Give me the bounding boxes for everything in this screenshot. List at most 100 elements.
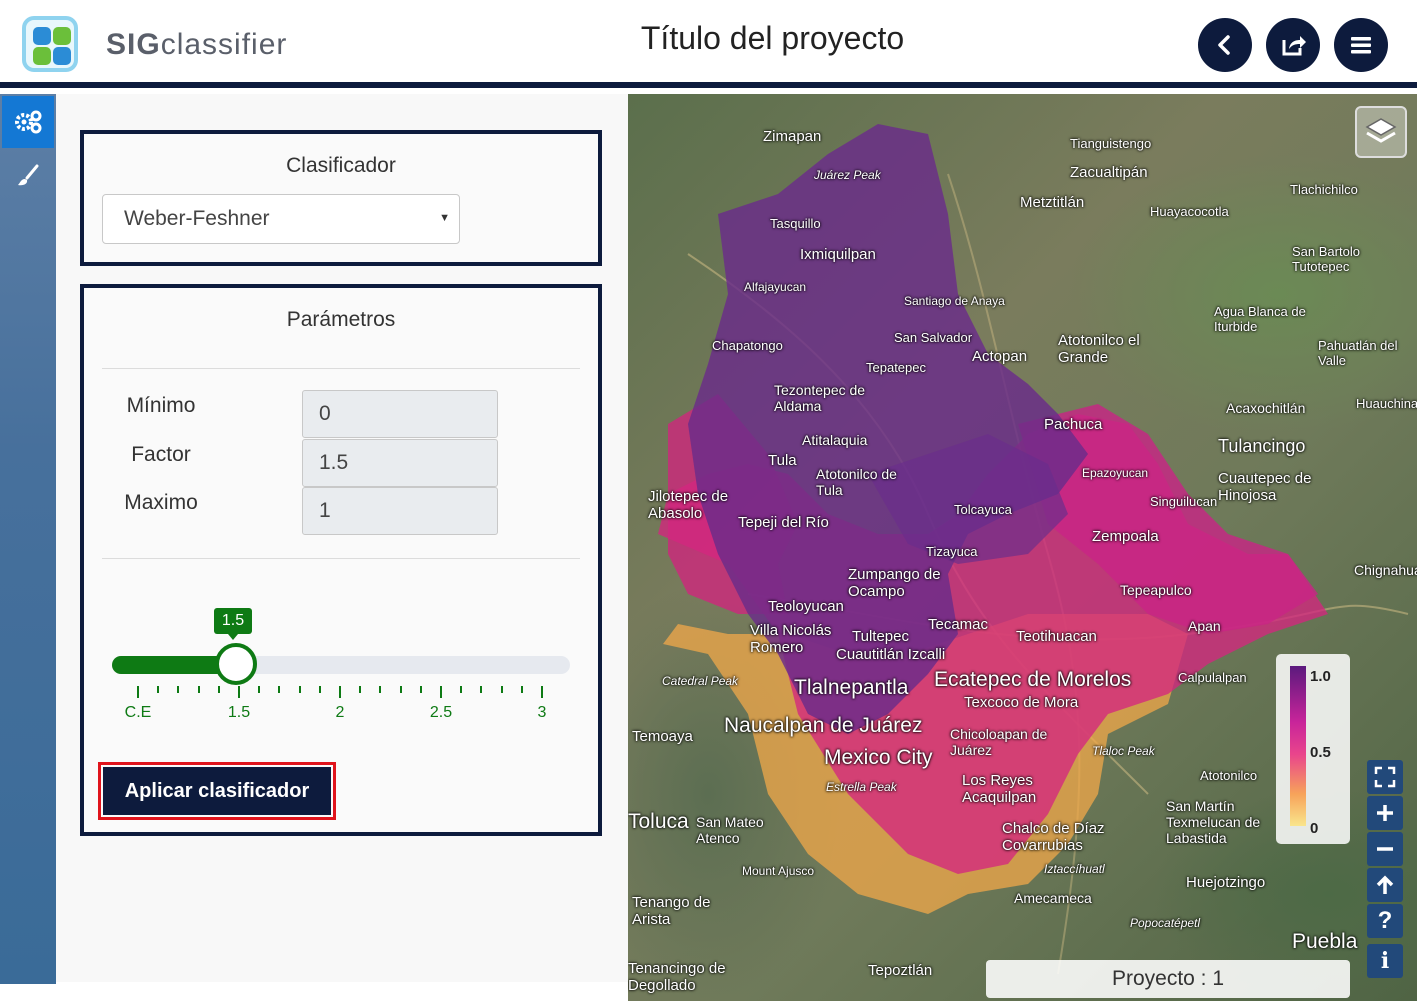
map-label: Iztaccíhuatl [1044, 862, 1105, 876]
map-label: Chicoloapan de Juárez [950, 726, 1048, 758]
map-view[interactable]: Zimapan Tianguistengo Zacualtipán Metzti… [628, 94, 1417, 1001]
slider-tick-label: C.E [124, 704, 152, 721]
apply-classifier-button[interactable]: Aplicar clasificador [103, 767, 331, 815]
slider-tick [318, 686, 321, 693]
maximo-input[interactable]: 1 [302, 487, 498, 535]
classifier-select-value: Weber-Feshner [124, 207, 270, 230]
settings-icon [15, 110, 42, 134]
slider-tick [157, 686, 160, 693]
brush-icon [18, 164, 39, 186]
map-label: San Salvador [894, 330, 973, 345]
zoom-out-button[interactable] [1367, 832, 1403, 866]
factor-input[interactable]: 1.5 [302, 439, 498, 487]
arrow-up-icon [1376, 875, 1394, 894]
map-label: Tenancingo de Degollado [628, 960, 726, 994]
map-label: Tepatepec [866, 360, 926, 375]
slider-tick [399, 686, 402, 693]
map-label: Tianguistengo [1070, 136, 1152, 151]
map-label: Cuautepec de Hinojosa [1218, 470, 1312, 504]
map-label: Zempoala [1092, 528, 1159, 545]
map-label: Mount Ajusco [742, 864, 815, 878]
map-label: Apan [1188, 618, 1221, 634]
color-legend: 1.0 0.5 0 [1276, 654, 1350, 844]
map-label: Huayacocotla [1150, 204, 1229, 219]
share-button[interactable] [1266, 18, 1320, 72]
legend-gradient [1290, 666, 1306, 826]
map-label: Tepeapulco [1120, 582, 1192, 598]
back-button[interactable] [1198, 18, 1252, 72]
map-label: Tenango de Arista [632, 894, 711, 928]
map-label: Agua Blanca de Iturbide [1214, 304, 1306, 334]
app-header: SIGclassifier Título del proyecto [0, 0, 1417, 88]
slider-tick [500, 686, 503, 693]
legend-mid: 0.5 [1310, 744, 1331, 761]
slider-tick [359, 686, 362, 693]
layers-icon [1365, 118, 1397, 143]
map-label: Tizayuca [926, 544, 978, 559]
map-label: Zacualtipán [1070, 164, 1148, 181]
map-label: Teoloyucan [768, 598, 844, 615]
slider-tick [339, 686, 341, 698]
project-indicator: Proyecto : 1 [986, 960, 1350, 998]
classifier-select[interactable]: Weber-Feshner ▼ [102, 194, 460, 244]
slider-tick [137, 686, 139, 698]
slider-tick [460, 686, 463, 693]
slider-tick [480, 686, 483, 693]
divider [102, 368, 580, 369]
map-label: San Bartolo Tutotepec [1292, 244, 1360, 274]
layers-button[interactable] [1355, 106, 1407, 158]
map-label: Atotonilco de Tula [816, 466, 897, 498]
slider-tick-label: 1.5 [227, 704, 251, 721]
map-label: Jilotepec de Abasolo [648, 488, 729, 522]
parameters-title: Parámetros [286, 308, 396, 331]
home-extent-button[interactable] [1367, 868, 1403, 902]
map-label: San Martín Texmelucan de Labastida [1166, 798, 1261, 846]
minimo-input[interactable]: 0 [302, 390, 498, 438]
map-label: Popocatépetl [1130, 916, 1201, 930]
map-label: Huejotzingo [1186, 874, 1266, 891]
map-label: Naucalpan de Juárez [724, 714, 923, 737]
maximo-label: Maximo [124, 491, 198, 514]
map-label: Santiago de Anaya [904, 294, 1005, 308]
map-label: Mexico City [824, 746, 933, 769]
legend-max: 1.0 [1310, 668, 1331, 685]
map-label: Atitalaquia [802, 432, 868, 448]
map-label: Chignahuapan [1354, 562, 1417, 578]
classifier-section: Clasificador Weber-Feshner ▼ [80, 130, 602, 266]
help-button[interactable]: ? [1367, 904, 1403, 938]
map-label: Catedral Peak [662, 674, 739, 688]
menu-button[interactable] [1334, 18, 1388, 72]
style-tool-button[interactable] [2, 150, 54, 202]
settings-tool-button[interactable] [2, 96, 54, 148]
map-label: Tultepec [852, 628, 909, 645]
minimo-label: Mínimo [126, 394, 196, 417]
factor-slider-handle[interactable] [215, 643, 257, 685]
map-label: Tlalnepantla [794, 676, 909, 699]
parameters-section: Parámetros Mínimo 0 Factor 1.5 Maximo 1 … [80, 284, 602, 836]
fullscreen-button[interactable] [1367, 760, 1403, 794]
map-label: Alfajayucan [744, 280, 807, 294]
map-label: Chapatongo [712, 338, 783, 353]
map-label: Pachuca [1044, 416, 1103, 433]
slider-tick [541, 686, 543, 698]
map-label: Estrella Peak [826, 780, 897, 794]
info-button[interactable]: i [1367, 944, 1403, 978]
slider-tick [379, 686, 382, 693]
classifier-title: Clasificador [286, 154, 396, 177]
slider-value-tooltip: 1.5 [214, 608, 252, 640]
zoom-in-button[interactable] [1367, 796, 1403, 830]
map-label: Epazoyucan [1082, 466, 1149, 480]
map-label: Tepoztlán [868, 962, 933, 979]
map-label: Texcoco de Mora [964, 694, 1079, 711]
map-label: Tezontepec de Aldama [774, 382, 866, 414]
map-label: Amecameca [1014, 890, 1092, 906]
slider-tick-label: 2.5 [429, 704, 453, 721]
map-label: Atotonilco el Grande [1058, 332, 1140, 366]
map-label: Zimapan [763, 128, 822, 145]
back-icon [1218, 35, 1230, 55]
slider-tick-label: 2 [335, 704, 345, 721]
map-label: Tlachichilco [1290, 182, 1358, 197]
map-label: Zumpango de Ocampo [848, 566, 941, 600]
map-label: Metztitlán [1020, 194, 1085, 211]
help-icon: ? [1377, 907, 1393, 934]
